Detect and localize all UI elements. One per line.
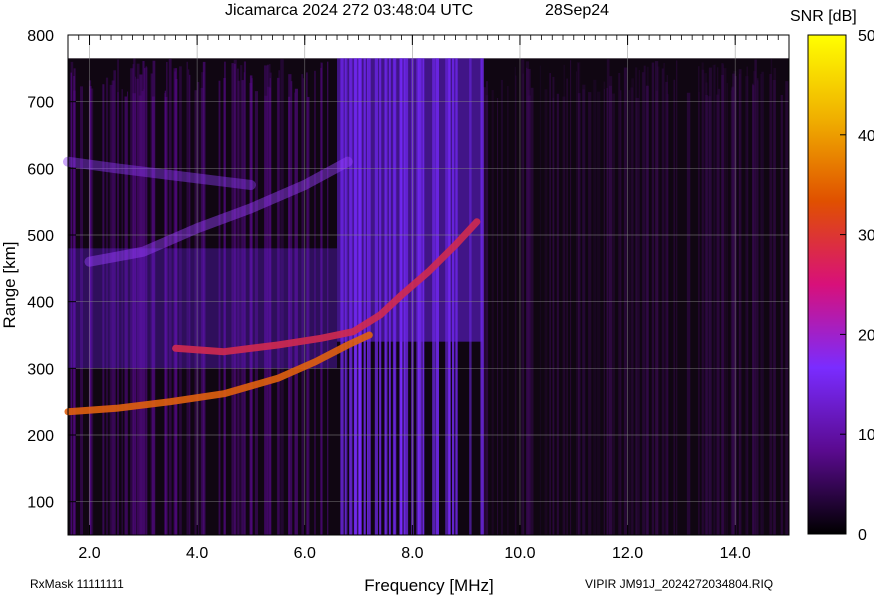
x-tick-label: 8.0 (401, 545, 423, 562)
noise-streak (770, 58, 773, 536)
noise-streak (705, 94, 708, 535)
x-tick-label: 6.0 (294, 545, 316, 562)
noise-streak (623, 67, 628, 536)
y-tick-label: 400 (27, 295, 54, 312)
noise-streak (635, 67, 638, 535)
noise-streak (651, 62, 655, 535)
colorbar-gradient (807, 34, 847, 535)
noise-streak (746, 66, 748, 535)
noise-streak (486, 81, 488, 536)
colorbar-tick-label: 30 (858, 228, 874, 245)
noise-streak (597, 91, 601, 535)
noise-streak (500, 79, 503, 536)
noise-streak (593, 79, 597, 536)
plot-area (63, 34, 790, 536)
noise-streak (665, 81, 668, 535)
colorbar-label: SNR [dB] (790, 8, 857, 25)
noise-streak (761, 71, 764, 536)
x-tick-label: 4.0 (186, 545, 208, 562)
noise-streak (514, 66, 517, 535)
chart-title: Jicamarca 2024 272 03:48:04 UTC (225, 2, 473, 19)
noise-streak (738, 73, 741, 535)
noise-streak (630, 87, 634, 536)
rx-mask-label: RxMask 11111111 (30, 577, 124, 591)
noise-streak (588, 92, 592, 536)
noise-streak (628, 90, 630, 535)
colorbar-tick-label: 0 (858, 527, 867, 544)
noise-streak (566, 78, 568, 536)
noise-streak (731, 88, 735, 536)
y-tick-label: 100 (27, 495, 54, 512)
noise-streak (620, 90, 622, 536)
noise-streak (708, 67, 712, 535)
noise-streak (785, 81, 789, 535)
file-name-label: VIPIR JM91J_2024272034804.RIQ (585, 577, 773, 591)
noise-streak (606, 87, 609, 536)
x-tick-label: 2.0 (78, 545, 100, 562)
noise-streak (618, 72, 621, 535)
y-tick-label: 200 (27, 428, 54, 445)
y-tick-label: 600 (27, 161, 54, 178)
noise-streak (507, 85, 509, 536)
y-tick-label: 300 (27, 361, 54, 378)
x-tick-label: 14.0 (720, 545, 751, 562)
noise-streak (701, 62, 704, 535)
noise-streak (552, 76, 555, 535)
noise-streak (673, 79, 676, 536)
noise-streak (530, 87, 534, 536)
y-axis-title: Range [km] (0, 242, 19, 329)
ionogram-figure: Jicamarca 2024 272 03:48:04 UTC 28Sep24 … (0, 2, 874, 595)
noise-streak (544, 89, 548, 535)
colorbar-tick-label: 10 (858, 427, 874, 444)
noise-streak (608, 85, 612, 535)
noise-streak (780, 94, 783, 536)
noise-streak (582, 89, 585, 535)
colorbar-tick-label: 20 (858, 327, 874, 344)
noise-streak (576, 62, 581, 535)
noise-streak (549, 73, 551, 535)
noise-streak (491, 90, 494, 536)
y-tick-label: 500 (27, 228, 54, 245)
noise-streak (612, 93, 615, 536)
y-tick-label: 800 (27, 28, 54, 45)
noise-streak (754, 59, 757, 535)
y-tick-label: 700 (27, 95, 54, 112)
noise-streak (643, 65, 646, 536)
noise-streak (527, 95, 531, 535)
x-tick-label: 10.0 (504, 545, 535, 562)
noise-streak (712, 64, 716, 536)
x-axis-title: Frequency [MHz] (364, 576, 493, 595)
noise-streak (697, 66, 700, 536)
noise-streak (645, 86, 649, 536)
noise-streak (603, 81, 606, 535)
chart-date: 28Sep24 (545, 2, 609, 19)
colorbar-tick-label: 40 (858, 128, 874, 145)
noise-streak (521, 59, 525, 535)
colorbar-tick-label: 50 (858, 28, 874, 45)
noise-streak (563, 64, 565, 535)
x-tick-label: 12.0 (612, 545, 643, 562)
noise-streak (570, 60, 572, 535)
noise-streak (756, 78, 759, 536)
noise-streak (539, 65, 541, 535)
noise-streak (726, 82, 728, 535)
bright-spread-region (337, 58, 483, 342)
noise-streak (496, 97, 499, 536)
noise-streak (686, 92, 691, 535)
noise-streak (556, 93, 559, 535)
heatmap-layer (68, 58, 789, 536)
noise-streak (638, 70, 640, 536)
noise-streak (654, 61, 659, 536)
colorbar: 0 10 20 30 40 50 SNR [dB] (790, 8, 874, 544)
noise-streak (717, 88, 721, 535)
noise-streak (675, 60, 678, 535)
